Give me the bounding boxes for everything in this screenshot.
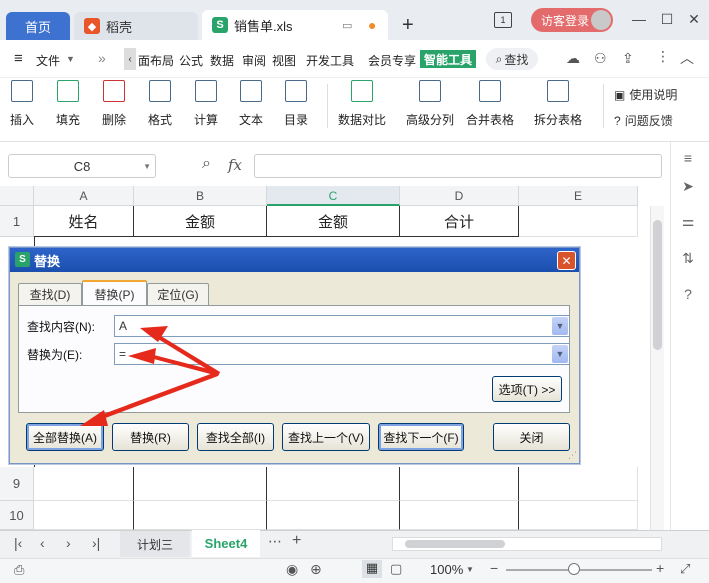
annotation-arrow: [98, 372, 218, 420]
annotation-arrow-head: [80, 410, 108, 426]
annotation-arrow-head: [128, 348, 156, 364]
annotation-arrow: [150, 354, 220, 376]
annotation-arrows: [80, 326, 220, 426]
